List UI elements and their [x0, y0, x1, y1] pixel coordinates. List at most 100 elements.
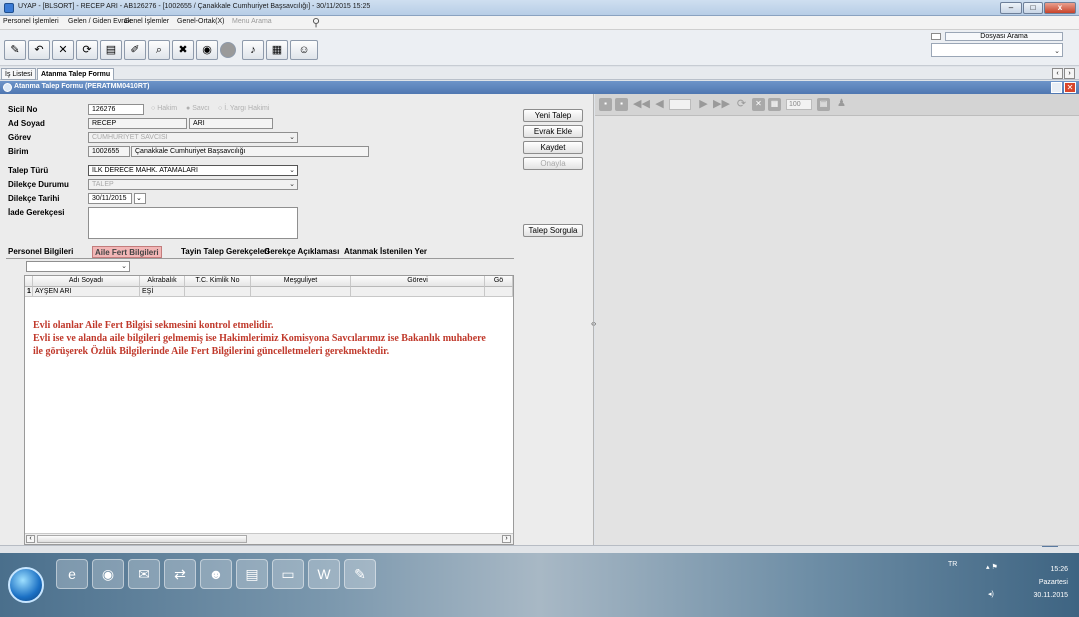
table-cell-adi-soyadi[interactable]: AYŞEN ARI [33, 287, 140, 297]
tab-scroll-right-icon[interactable]: › [1064, 68, 1075, 79]
table-cell-akrabalik[interactable]: EŞİ [140, 287, 185, 297]
menu-search-input[interactable]: Menu Arama [232, 18, 272, 25]
splitter-handle-icon[interactable]: ‹› [591, 319, 596, 328]
dilekce-tarihi-field[interactable]: 30/11/2015 [88, 193, 132, 204]
tray-language[interactable]: TR [948, 561, 957, 568]
tray-time[interactable]: 15:26 [1018, 566, 1068, 573]
tab-scroll-left-icon[interactable]: ‹ [1052, 68, 1063, 79]
outlook-icon[interactable]: ✉ [128, 559, 160, 589]
tab-is-listesi[interactable]: İş Listesi [1, 68, 37, 80]
grid-header-akrabalik[interactable]: Akrabalık [140, 276, 185, 287]
subtab-aile-fert-bilgileri[interactable]: Aile Fert Bilgileri [92, 246, 162, 258]
talep-sorgula-button[interactable]: Talep Sorgula [523, 224, 583, 237]
volume-icon[interactable]: ◂) [988, 590, 994, 598]
folder-icon[interactable]: ▭ [272, 559, 304, 589]
viewer-save-icon[interactable]: ▪ [599, 98, 612, 111]
next-page-icon[interactable]: ▶ [697, 98, 710, 111]
viewer-person-icon[interactable]: ♟ [835, 98, 848, 111]
document-app-icon[interactable]: ▤ [236, 559, 268, 589]
pen-icon[interactable]: ✐ [124, 40, 146, 60]
kaydet-button[interactable]: Kaydet [523, 141, 583, 154]
tab-atanma-talep-formu[interactable]: Atanma Talep Formu [37, 68, 115, 80]
sicil-field[interactable]: 126276 [88, 104, 144, 115]
grid-header-mesguliyet[interactable]: Meşguliyet [251, 276, 351, 287]
back-icon[interactable]: ↶ [28, 40, 50, 60]
viewer-stop-icon[interactable]: ✕ [752, 98, 765, 111]
talep-turu-select[interactable]: İLK DERECE MAHK. ATAMALARI ⌄ [88, 165, 298, 176]
info-icon[interactable] [220, 42, 236, 58]
maximize-button[interactable]: □ [1023, 2, 1043, 14]
note-icon[interactable]: ♪ [242, 40, 264, 60]
status-slider[interactable] [1042, 546, 1058, 547]
dilekce-durumu-select[interactable]: TALEP ⌄ [88, 179, 298, 190]
zoom-icon[interactable]: ⌕ [148, 40, 170, 60]
radio-savci[interactable]: ● Savcı [186, 105, 210, 112]
disk-icon[interactable]: ◉ [196, 40, 218, 60]
network-icon[interactable]: ⇄ [164, 559, 196, 589]
grid-header-adi-soyadi[interactable]: Adı Soyadı [33, 276, 140, 287]
edit-icon[interactable]: ✎ [4, 40, 26, 60]
subtab-gerekce-aciklamasi[interactable]: Gerekçe Açıklaması [262, 246, 341, 258]
grid-horizontal-scrollbar[interactable]: ‹ › [25, 533, 513, 544]
prev-page-icon[interactable]: ◀ [653, 98, 666, 111]
soyad-field[interactable]: ARI [189, 118, 273, 129]
gorev-select[interactable]: CUMHURİYET SAVCISI ⌄ [88, 132, 298, 143]
ad-field[interactable]: RECEP [88, 118, 187, 129]
table-cell-tc-kimlik[interactable] [185, 287, 251, 297]
chrome-icon[interactable]: ◉ [92, 559, 124, 589]
help-icon[interactable]: ☺ [290, 40, 318, 60]
last-page-icon[interactable]: ▶▶ [713, 98, 730, 111]
viewer-export-icon[interactable]: ▦ [768, 98, 781, 111]
panel-restore-icon[interactable] [1051, 82, 1062, 93]
menu-genel-islemler[interactable]: Genel İşlemler [124, 18, 169, 25]
grid-header-tc-kimlik[interactable]: T.C. Kimlik No [185, 276, 251, 287]
remove-icon[interactable]: ✖ [172, 40, 194, 60]
radio-hakim[interactable]: ○ Hakim [151, 105, 177, 112]
start-button[interactable] [8, 567, 44, 603]
panel-close-icon[interactable]: ✕ [1064, 82, 1076, 93]
menu-genel-ortak[interactable]: Genel-Ortak(X) [177, 18, 224, 25]
scroll-thumb[interactable] [37, 535, 247, 543]
subtab-personel-bilgileri[interactable]: Personel Bilgileri [6, 246, 75, 258]
zoom-input[interactable]: 100 [786, 99, 812, 110]
users-icon[interactable]: ☻ [200, 559, 232, 589]
dosya-arama-select[interactable]: ⌄ [931, 43, 1063, 57]
table-cell-go[interactable] [485, 287, 513, 297]
calculator-icon[interactable]: ▦ [266, 40, 288, 60]
iade-textarea[interactable] [88, 207, 298, 239]
scroll-right-icon[interactable]: › [502, 535, 511, 543]
close-button[interactable]: x [1044, 2, 1076, 14]
cancel-icon[interactable]: ✕ [52, 40, 74, 60]
radio-idari-yargi[interactable]: ○ İ. Yargı Hakimi [218, 105, 269, 112]
menu-gelen-giden-evrak[interactable]: Gelen / Giden Evrak [68, 18, 131, 25]
birim-code-field[interactable]: 1002655 [88, 146, 130, 157]
menu-personel-islemleri[interactable]: Personel İşlemleri [3, 18, 59, 25]
grid-header-gorevi[interactable]: Görevi [351, 276, 485, 287]
viewer-print2-icon[interactable]: ▤ [817, 98, 830, 111]
dosya-arama-toggle[interactable] [931, 33, 941, 40]
viewer-print-icon[interactable]: ▪ [615, 98, 628, 111]
word-icon[interactable]: W [308, 559, 340, 589]
grid-filter-select[interactable]: ⌄ [26, 261, 130, 272]
table-cell-gorevi[interactable] [351, 287, 485, 297]
viewer-refresh-icon[interactable]: ⟳ [735, 98, 748, 111]
paint-icon[interactable]: ✎ [344, 559, 376, 589]
onayla-button[interactable]: Onayla [523, 157, 583, 170]
birim-name-field[interactable]: Çanakkale Cumhuriyet Başsavcılığı [131, 146, 369, 157]
subtab-tayin-talep-gerekceleri[interactable]: Tayin Talep Gerekçeleri [179, 246, 272, 258]
search-icon[interactable]: ⚲ [312, 16, 320, 29]
subtab-atanmak-istenilen-yer[interactable]: Atanmak İstenilen Yer [342, 246, 429, 258]
date-picker-icon[interactable]: ⌄ [134, 193, 146, 204]
evrak-ekle-button[interactable]: Evrak Ekle [523, 125, 583, 138]
table-cell-mesguliyet[interactable] [251, 287, 351, 297]
tray-network-icon[interactable]: ▴ ⚑ [986, 563, 998, 571]
scroll-left-icon[interactable]: ‹ [26, 535, 35, 543]
minimize-button[interactable]: – [1000, 2, 1022, 14]
grid-header-go[interactable]: Gö [485, 276, 513, 287]
page-number-input[interactable] [669, 99, 691, 110]
yeni-talep-button[interactable]: Yeni Talep [523, 109, 583, 122]
ie-icon[interactable]: e [56, 559, 88, 589]
first-page-icon[interactable]: ◀◀ [633, 98, 650, 111]
print-icon[interactable]: ▤ [100, 40, 122, 60]
refresh-icon[interactable]: ⟳ [76, 40, 98, 60]
